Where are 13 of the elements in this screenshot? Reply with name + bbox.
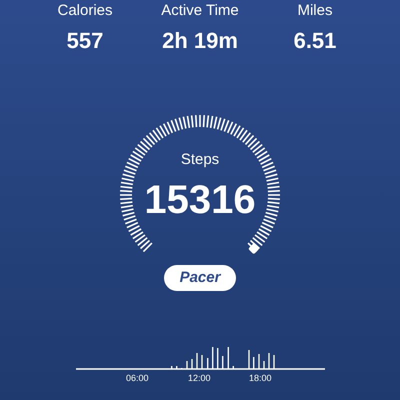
pacer-logo: Pacer (164, 265, 236, 291)
steps-label: Steps (180, 150, 220, 170)
stat-value: 557 (66, 27, 104, 55)
stat-label: Calories (57, 1, 113, 21)
gauge-marker (248, 243, 260, 254)
time-label: 18:00 (249, 372, 272, 384)
stat-value: 6.51 (294, 27, 336, 55)
steps-count: 15316 (144, 178, 256, 222)
time-label: 12:00 (188, 372, 211, 384)
stat-label: Miles (297, 1, 332, 21)
stat-label: Active Time (161, 1, 239, 21)
time-label: 06:00 (126, 372, 149, 384)
stat-value: 2h 19m (162, 27, 238, 55)
